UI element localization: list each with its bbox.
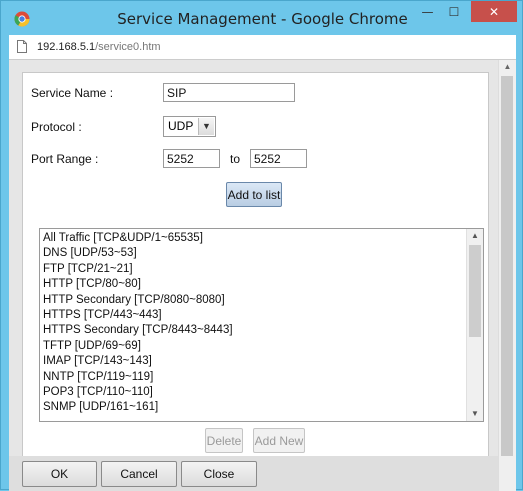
page-viewport: Service Name : SIP Protocol : UDP ▼ Port… <box>9 60 516 491</box>
list-item[interactable]: All Traffic [TCP&UDP/1~65535] <box>43 231 233 246</box>
service-name-input[interactable]: SIP <box>163 83 295 102</box>
chevron-down-icon[interactable]: ▼ <box>198 118 214 135</box>
ok-button[interactable]: OK <box>22 461 97 487</box>
close-button[interactable]: Close <box>181 461 257 487</box>
list-item[interactable]: SNMP [UDP/161~161] <box>43 400 233 415</box>
port-from-input[interactable]: 5252 <box>163 149 220 168</box>
list-item[interactable]: TFTP [UDP/69~69] <box>43 339 233 354</box>
list-item[interactable]: DNS [UDP/53~53] <box>43 246 233 261</box>
protocol-value: UDP <box>168 119 194 133</box>
protocol-select[interactable]: UDP ▼ <box>163 116 216 137</box>
url-host: 192.168.5.1 <box>37 41 96 53</box>
port-range-label: Port Range : <box>31 152 99 166</box>
close-window-button[interactable]: ✕ <box>471 1 517 22</box>
list-scrollbar[interactable]: ▲ ▼ <box>466 229 483 421</box>
list-item[interactable]: HTTP Secondary [TCP/8080~8080] <box>43 293 233 308</box>
page-icon <box>17 40 27 53</box>
add-new-button[interactable]: Add New <box>253 428 305 453</box>
minimize-button[interactable]: — <box>414 1 441 22</box>
list-item[interactable]: NNTP [TCP/119~119] <box>43 370 233 385</box>
address-bar[interactable]: 192.168.5.1/service0.htm <box>9 35 516 60</box>
page-scrollbar[interactable]: ▲ <box>498 60 516 491</box>
footer-bar: OK Cancel Close <box>9 456 516 491</box>
list-item[interactable]: HTTP [TCP/80~80] <box>43 277 233 292</box>
delete-button[interactable]: Delete <box>205 428 243 453</box>
page-scroll-thumb[interactable] <box>501 76 513 456</box>
list-item[interactable]: HTTPS Secondary [TCP/8443~8443] <box>43 323 233 338</box>
cancel-button[interactable]: Cancel <box>101 461 177 487</box>
service-list-items: All Traffic [TCP&UDP/1~65535] DNS [UDP/53… <box>43 231 233 416</box>
url-text: 192.168.5.1/service0.htm <box>37 35 161 59</box>
scroll-up-icon[interactable]: ▲ <box>467 229 483 243</box>
title-bar: Service Management - Google Chrome — ☐ ✕ <box>1 1 523 35</box>
url-path: /service0.htm <box>95 41 161 53</box>
service-name-label: Service Name : <box>31 86 114 100</box>
add-to-list-button[interactable]: Add to list <box>226 182 282 207</box>
list-item[interactable]: POP3 [TCP/110~110] <box>43 385 233 400</box>
maximize-button[interactable]: ☐ <box>441 1 467 22</box>
page-scroll-up-icon[interactable]: ▲ <box>499 60 516 74</box>
list-item[interactable]: FTP [TCP/21~21] <box>43 262 233 277</box>
to-label: to <box>230 152 241 166</box>
list-item[interactable]: IMAP [TCP/143~143] <box>43 354 233 369</box>
scroll-down-icon[interactable]: ▼ <box>467 407 483 421</box>
service-panel: Service Name : SIP Protocol : UDP ▼ Port… <box>22 72 489 491</box>
list-scroll-thumb[interactable] <box>469 245 481 337</box>
port-to-input[interactable]: 5252 <box>250 149 307 168</box>
service-list[interactable]: All Traffic [TCP&UDP/1~65535] DNS [UDP/53… <box>39 228 484 422</box>
list-item[interactable]: HTTPS [TCP/443~443] <box>43 308 233 323</box>
browser-window: Service Management - Google Chrome — ☐ ✕… <box>0 0 523 491</box>
protocol-label: Protocol : <box>31 120 82 134</box>
